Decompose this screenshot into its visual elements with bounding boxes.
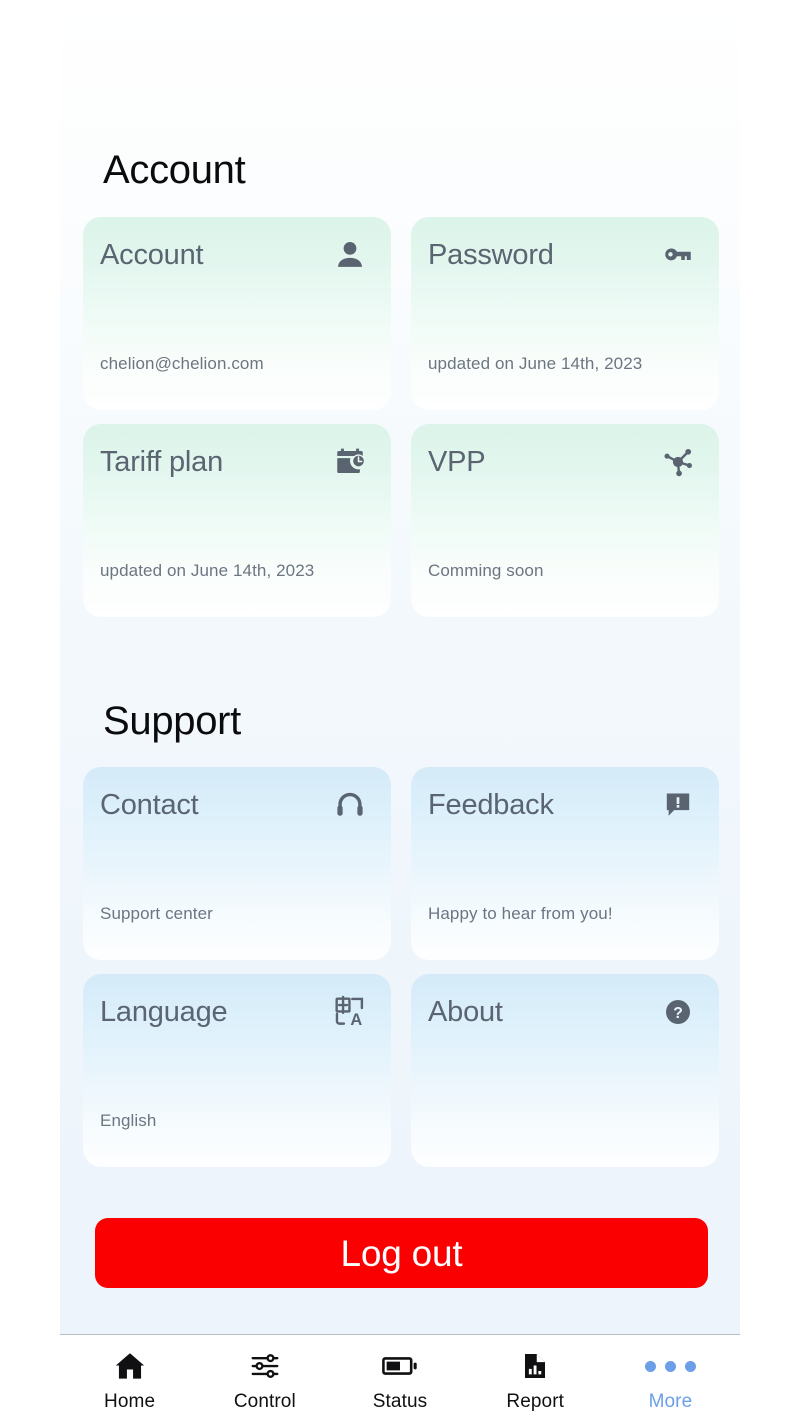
translate-icon: A — [331, 993, 369, 1031]
card-contact[interactable]: Contact Support center — [83, 767, 391, 960]
tab-more[interactable]: More — [603, 1349, 738, 1411]
card-account[interactable]: Account chelion@chelion.com — [83, 217, 391, 410]
dot — [644, 1360, 656, 1372]
bottom-tab-bar: Home Control Status Report More — [0, 1335, 800, 1422]
tab-control[interactable]: Control — [197, 1349, 332, 1411]
scroll-content[interactable]: Account Account chelion@chelion.com Pass… — [60, 0, 740, 1334]
card-subtitle: updated on June 14th, 2023 — [428, 354, 643, 373]
card-title: Tariff plan — [100, 445, 224, 478]
section-heading-account: Account — [103, 148, 246, 192]
card-header: VPP — [411, 424, 719, 500]
network-hub-icon — [659, 443, 697, 481]
svg-text:A: A — [350, 1011, 362, 1029]
card-subtitle: English — [100, 1111, 157, 1130]
card-title: Language — [100, 995, 228, 1028]
card-language[interactable]: Language A English — [83, 974, 391, 1167]
person-icon — [331, 236, 369, 274]
card-title: VPP — [428, 445, 486, 478]
home-icon — [113, 1349, 147, 1383]
tab-status[interactable]: Status — [332, 1349, 467, 1411]
tab-report[interactable]: Report — [468, 1349, 603, 1411]
tab-label: Report — [506, 1391, 565, 1412]
battery-icon — [382, 1349, 418, 1383]
card-subtitle: Support center — [100, 904, 213, 923]
tab-label: Status — [372, 1391, 428, 1412]
card-title: About — [428, 995, 503, 1028]
card-vpp[interactable]: VPP Comming soon — [411, 424, 719, 617]
calendar-clock-icon — [331, 443, 369, 481]
tab-label: Control — [233, 1391, 296, 1412]
card-header: Contact — [83, 767, 391, 843]
card-header: Password — [411, 217, 719, 293]
card-subtitle: Happy to hear from you! — [428, 904, 613, 923]
card-title: Feedback — [428, 788, 554, 821]
card-header: Account — [83, 217, 391, 293]
tab-label: More — [648, 1391, 693, 1412]
card-title: Password — [428, 238, 554, 271]
card-header: Language A — [83, 974, 391, 1050]
card-subtitle: Comming soon — [428, 561, 544, 580]
card-header: About ? — [411, 974, 719, 1050]
section-heading-support: Support — [103, 699, 241, 743]
card-about[interactable]: About ? — [411, 974, 719, 1167]
key-icon — [659, 236, 697, 274]
card-header: Tariff plan — [83, 424, 391, 500]
card-password[interactable]: Password updated on June 14th, 2023 — [411, 217, 719, 410]
dots-icon — [644, 1349, 696, 1383]
settings-screen: Account Account chelion@chelion.com Pass… — [0, 0, 800, 1422]
tab-label: Home — [104, 1391, 156, 1412]
card-tariff-plan[interactable]: Tariff plan updated on June 14th, 2023 — [83, 424, 391, 617]
card-subtitle: updated on June 14th, 2023 — [100, 561, 315, 580]
dot — [684, 1360, 696, 1372]
headset-icon — [331, 786, 369, 824]
dot — [664, 1360, 676, 1372]
card-title: Account — [100, 238, 204, 271]
card-feedback[interactable]: Feedback Happy to hear from you! — [411, 767, 719, 960]
sliders-icon — [248, 1349, 282, 1383]
feedback-bubble-icon — [659, 786, 697, 824]
card-header: Feedback — [411, 767, 719, 843]
logout-button[interactable]: Log out — [95, 1218, 708, 1288]
tab-home[interactable]: Home — [62, 1349, 197, 1411]
help-circle-icon: ? — [659, 993, 697, 1031]
svg-text:?: ? — [673, 1005, 683, 1022]
card-title: Contact — [100, 788, 199, 821]
report-icon — [520, 1349, 550, 1383]
card-subtitle: chelion@chelion.com — [100, 354, 264, 373]
